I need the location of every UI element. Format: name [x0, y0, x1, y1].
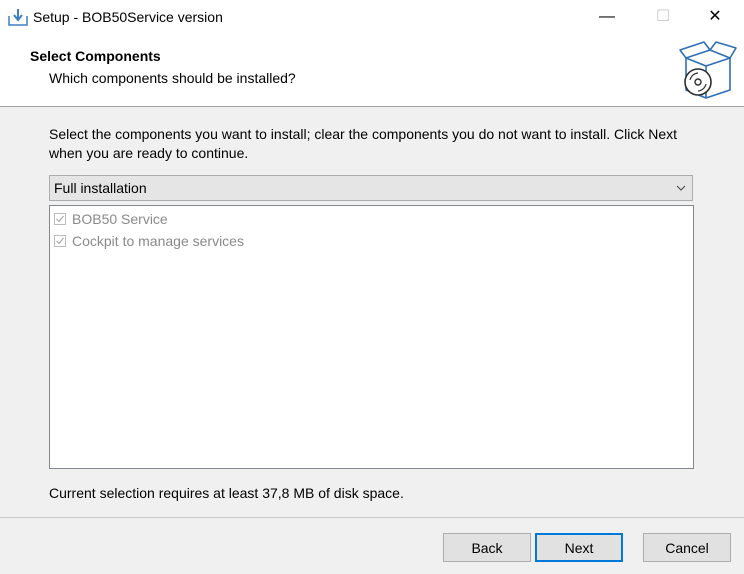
installer-icon	[8, 8, 28, 26]
wizard-header: Select Components Which components shoul…	[0, 34, 744, 106]
installation-type-dropdown[interactable]: Full installation	[49, 175, 693, 201]
wizard-body: Select the components you want to instal…	[0, 107, 744, 517]
instructions-text: Select the components you want to instal…	[49, 126, 677, 161]
page-title: Select Components	[30, 48, 161, 64]
page-subtitle: Which components should be installed?	[49, 70, 296, 86]
window-title: Setup - BOB50Service version	[33, 9, 223, 25]
maximize-button[interactable]: ☐	[640, 0, 686, 34]
title-bar: Setup - BOB50Service version — ☐ ✕	[0, 0, 744, 34]
next-button[interactable]: Next	[535, 533, 623, 562]
minimize-button[interactable]: —	[584, 0, 630, 34]
component-item: BOB50 Service	[54, 209, 168, 229]
checkbox	[54, 213, 66, 225]
disk-space-text: Current selection requires at least 37,8…	[49, 485, 404, 501]
component-label: BOB50 Service	[72, 211, 168, 227]
installation-type-value: Full installation	[54, 180, 147, 196]
checkbox	[54, 235, 66, 247]
components-list[interactable]: BOB50 Service Cockpit to manage services	[49, 205, 694, 469]
component-label: Cockpit to manage services	[72, 233, 244, 249]
cancel-button[interactable]: Cancel	[643, 533, 731, 562]
wizard-footer: Back Next Cancel	[0, 518, 744, 574]
box-disc-icon	[676, 40, 738, 102]
close-button[interactable]: ✕	[692, 0, 738, 34]
back-button[interactable]: Back	[443, 533, 531, 562]
component-item: Cockpit to manage services	[54, 231, 244, 251]
chevron-down-icon[interactable]	[676, 179, 686, 200]
